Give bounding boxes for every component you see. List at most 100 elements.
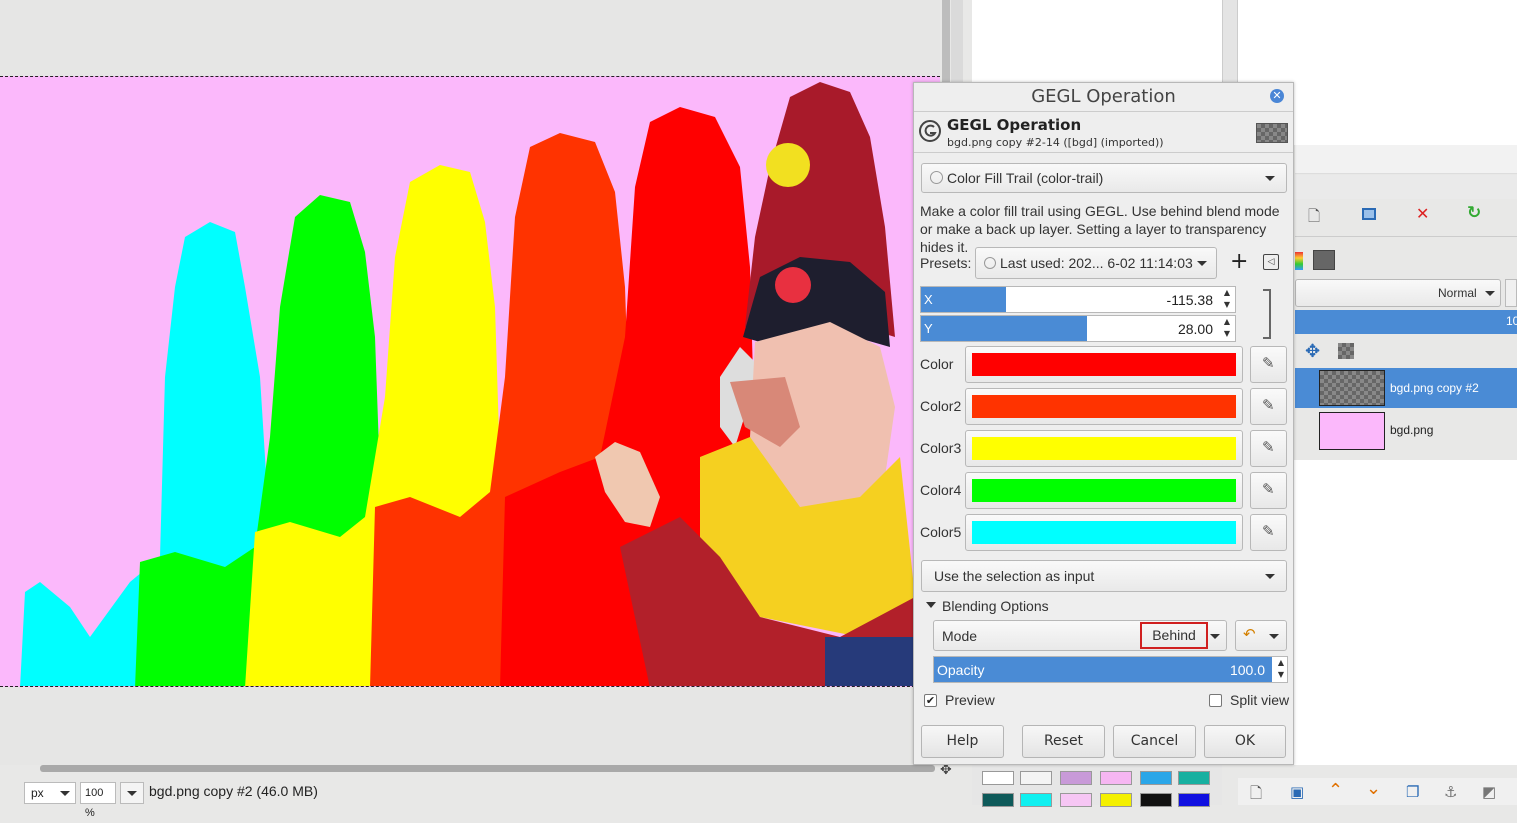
palette-dock xyxy=(972,765,1222,807)
color-swatch xyxy=(972,353,1236,376)
layer-mode-select[interactable]: Normal xyxy=(1295,279,1501,307)
expander-arrow-icon[interactable] xyxy=(926,602,936,608)
split-view-checkbox[interactable] xyxy=(1209,694,1222,707)
refresh-icon[interactable]: ↻ xyxy=(1467,203,1481,223)
duplicate-icon[interactable] xyxy=(1362,208,1376,220)
close-icon[interactable]: ✕ xyxy=(1270,89,1284,103)
color-picker-button[interactable]: ✎ xyxy=(1250,346,1287,383)
mode-value: Behind xyxy=(1140,622,1208,649)
color-button[interactable] xyxy=(965,388,1243,425)
preview-label[interactable]: Preview xyxy=(945,692,995,708)
header-title: GEGL Operation xyxy=(947,116,1082,134)
dock-tabbar xyxy=(1295,145,1517,174)
images-tab-icon[interactable] xyxy=(1313,250,1335,270)
y-spin-scale[interactable]: Y 28.00 ▲ ▼ xyxy=(920,315,1236,342)
color-button[interactable] xyxy=(965,514,1243,551)
canvas-artwork xyxy=(20,82,915,686)
spin-arrows-icon[interactable]: ▲ ▼ xyxy=(1224,316,1230,340)
input-mode-select[interactable]: Use the selection as input xyxy=(921,560,1287,592)
chevron-down-icon xyxy=(1210,634,1220,639)
puppet-cap-emblem xyxy=(775,267,811,303)
channels-tab-icon[interactable] xyxy=(1295,252,1303,270)
chevron-down-icon xyxy=(60,791,70,796)
preset-menu-icon[interactable]: ◁ xyxy=(1263,254,1279,270)
add-preset-icon[interactable]: + xyxy=(1230,250,1248,274)
delete-icon[interactable]: ✕ xyxy=(1416,204,1429,223)
layer-name: bgd.png copy #2 xyxy=(1390,381,1479,395)
dock-header xyxy=(1295,175,1517,199)
layer-mode-reset-button[interactable] xyxy=(1505,279,1517,307)
zoom-input[interactable]: 100 % xyxy=(80,782,116,819)
operation-select[interactable]: Color Fill Trail (color-trail) xyxy=(921,163,1287,193)
layers-toolbar: 🗋 ▣ ⌃ ⌄ ❐ ⚓ ◩ xyxy=(1238,778,1517,805)
eyedropper-icon: ✎ xyxy=(1262,480,1275,498)
mode-select[interactable]: Mode Behind xyxy=(933,620,1227,651)
palette-swatch[interactable] xyxy=(1178,771,1210,785)
chevron-down-icon xyxy=(1197,261,1207,266)
puppet-pompom xyxy=(766,143,810,187)
layer-name: bgd.png xyxy=(1390,423,1434,437)
puppet-vest xyxy=(825,637,915,686)
reset-button[interactable]: Reset xyxy=(1022,725,1105,758)
spin-arrows-icon[interactable]: ▲ ▼ xyxy=(1278,657,1284,681)
x-label: X xyxy=(924,292,933,307)
color-picker-button[interactable]: ✎ xyxy=(1250,514,1287,551)
color-row: Color5 ✎ xyxy=(914,514,1293,554)
zoom-dropdown-button[interactable] xyxy=(120,782,144,804)
x-spin-scale[interactable]: X -115.38 ▲ ▼ xyxy=(920,286,1236,313)
mask-layer-icon[interactable]: ◩ xyxy=(1482,783,1496,801)
color-row: Color ✎ xyxy=(914,346,1293,386)
color-picker-button[interactable]: ✎ xyxy=(1250,430,1287,467)
blending-options-label[interactable]: Blending Options xyxy=(942,598,1049,614)
presets-value: Last used: 202... 6-02 11:14:03 xyxy=(1000,255,1193,271)
duplicate-layer-icon[interactable]: ❐ xyxy=(1406,783,1419,801)
split-view-label[interactable]: Split view xyxy=(1230,692,1289,708)
color-button[interactable] xyxy=(965,472,1243,509)
layer-opacity-slider[interactable]: 10 xyxy=(1295,310,1517,334)
window-title: GEGL Operation xyxy=(1031,86,1176,107)
dialog-title-bar[interactable]: GEGL Operation xyxy=(914,83,1293,110)
new-document-icon[interactable]: 🗋 xyxy=(1308,206,1320,231)
presets-select[interactable]: Last used: 202... 6-02 11:14:03 xyxy=(975,247,1217,279)
lock-position-icon[interactable]: ✥ xyxy=(1305,341,1320,362)
unit-value: px xyxy=(31,786,44,800)
chain-link-icon[interactable] xyxy=(1263,289,1271,339)
chevron-down-icon xyxy=(127,791,137,796)
color-picker-button[interactable]: ✎ xyxy=(1250,472,1287,509)
color-button[interactable] xyxy=(965,346,1243,383)
y-spin-fill xyxy=(921,316,1087,341)
preview-checkbox[interactable]: ✔ xyxy=(924,694,937,707)
gegl-operation-dialog: GEGL Operation ✕ GEGL Operation bgd.png … xyxy=(913,82,1294,765)
layer-row-selected[interactable]: bgd.png copy #2 xyxy=(1295,368,1517,408)
palette-swatch[interactable] xyxy=(1060,771,1092,785)
x-spin-fill xyxy=(921,287,1006,312)
palette-swatch[interactable] xyxy=(1020,771,1052,785)
raise-layer-icon[interactable]: ⌃ xyxy=(1328,780,1343,801)
new-layer-icon[interactable]: 🗋 xyxy=(1250,783,1262,808)
help-button[interactable]: Help xyxy=(921,725,1004,758)
opacity-spin-scale[interactable]: Opacity 100.0 ▲ ▼ xyxy=(933,656,1288,683)
ok-button[interactable]: OK xyxy=(1204,725,1286,758)
opacity-label: Opacity xyxy=(937,662,985,678)
divider xyxy=(1295,236,1517,237)
cancel-button[interactable]: Cancel xyxy=(1113,725,1196,758)
new-layer-group-icon[interactable]: ▣ xyxy=(1290,783,1304,801)
canvas-horizontal-scrollbar[interactable] xyxy=(40,765,935,772)
lock-alpha-icon[interactable] xyxy=(1338,343,1354,359)
layer-thumbnail xyxy=(1319,370,1385,406)
color-button[interactable] xyxy=(965,430,1243,467)
mode-reset-button[interactable]: ↶ xyxy=(1235,620,1287,651)
lower-layer-icon[interactable]: ⌄ xyxy=(1366,778,1381,799)
palette-swatch[interactable] xyxy=(982,771,1014,785)
spin-arrows-icon[interactable]: ▲ ▼ xyxy=(1224,287,1230,311)
palette-swatch[interactable] xyxy=(1100,771,1132,785)
anchor-layer-icon[interactable]: ⚓ xyxy=(1444,783,1457,801)
unit-select[interactable]: px xyxy=(24,782,76,804)
drawable-preview-thumbnail xyxy=(1256,123,1288,143)
image-canvas[interactable] xyxy=(0,76,940,687)
color-picker-button[interactable]: ✎ xyxy=(1250,388,1287,425)
eyedropper-icon: ✎ xyxy=(1262,354,1275,372)
layer-row[interactable]: bgd.png xyxy=(1295,410,1517,450)
palette-swatch[interactable] xyxy=(1140,771,1172,785)
color-swatch xyxy=(972,395,1236,418)
